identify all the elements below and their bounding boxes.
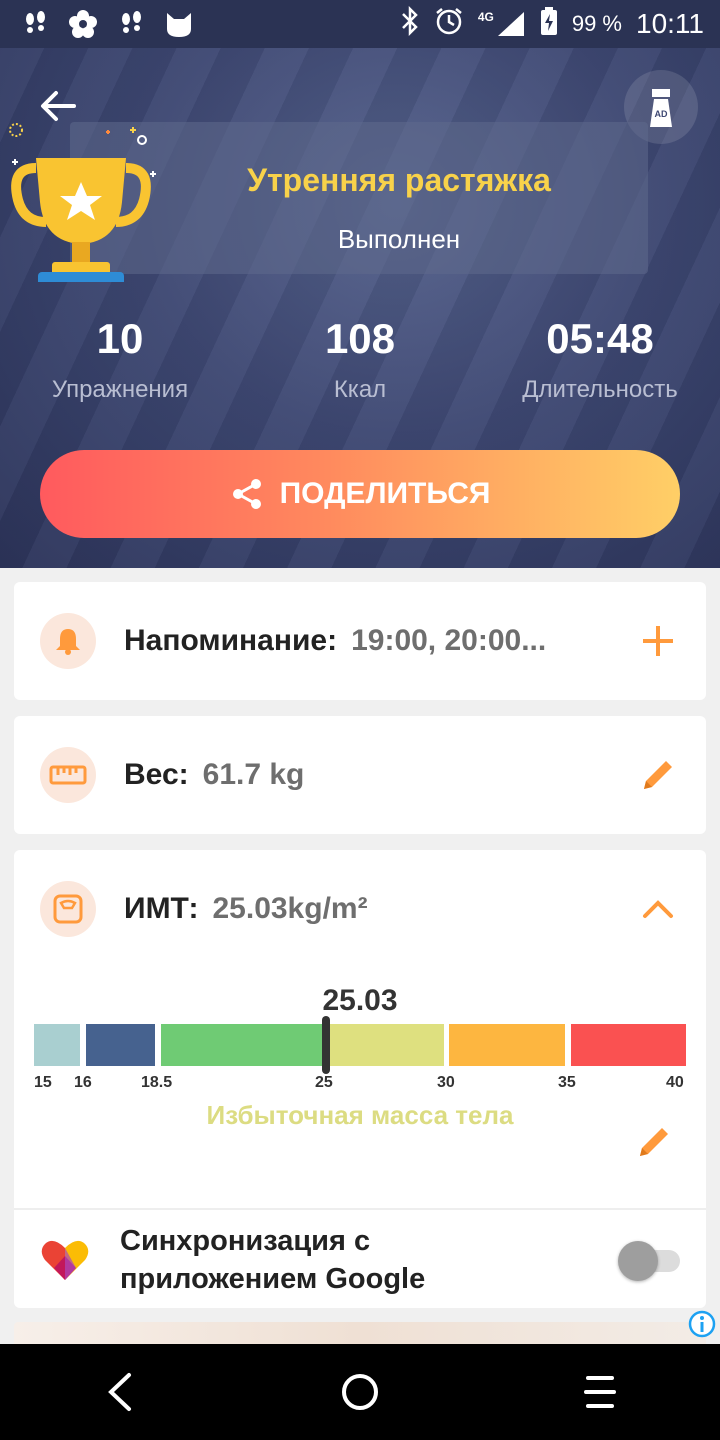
plus-icon (643, 626, 673, 656)
toggle-knob (618, 1241, 658, 1281)
bmi-tick: 15 (34, 1074, 52, 1091)
bmi-segment-overweight (328, 1024, 444, 1066)
bmi-segment-normal (161, 1024, 322, 1066)
arrow-back-icon (41, 91, 76, 121)
chevron-up-icon (643, 900, 673, 918)
pencil-icon (644, 761, 672, 789)
footsteps-icon (116, 9, 146, 39)
stat-label: Длительность (522, 376, 678, 403)
back-button[interactable] (36, 84, 80, 128)
stat-exercises: 10 Упражнения (0, 310, 240, 404)
ruler-icon (40, 747, 96, 803)
signal-icon: 4G (478, 10, 526, 38)
stat-duration: 05:48 Длительность (480, 310, 720, 404)
reminder-value: 19:00, 20:00... (351, 624, 547, 657)
info-icon[interactable] (688, 1310, 716, 1338)
bmi-tick: 25 (315, 1074, 333, 1091)
status-bar: 4G 99 % 10:11 (0, 0, 720, 48)
battery-percent: 99 % (571, 11, 622, 36)
stat-label: Упражнения (51, 376, 189, 403)
pencil-icon (640, 1128, 668, 1156)
google-fit-toggle[interactable] (618, 1240, 680, 1281)
nav-home-button[interactable] (330, 1362, 390, 1422)
bmi-tick: 30 (437, 1074, 455, 1091)
stat-label: Ккал (333, 376, 387, 403)
clock: 10:11 (636, 8, 704, 39)
nav-back-icon (108, 1373, 131, 1411)
nav-menu-button[interactable] (570, 1362, 630, 1422)
weight-value: 61.7 kg (202, 758, 305, 791)
bmi-segment-obese (449, 1024, 565, 1066)
stat-calories: 108 Ккал (240, 310, 480, 404)
bmi-tick: 16 (74, 1074, 92, 1091)
bmi-header[interactable]: ИМТ: 25.03kg/m² (14, 850, 706, 968)
add-reminder-button[interactable] (636, 619, 680, 663)
bmi-scale-bar (34, 1016, 686, 1074)
divider (14, 1208, 706, 1210)
bluetooth-icon (400, 5, 420, 42)
bmi-scale-ticks: 15 16 18.5 25 30 35 40 (34, 1074, 686, 1098)
system-nav-bar (0, 1344, 720, 1440)
bmi-segment-underweight (86, 1024, 155, 1066)
edit-weight-button[interactable] (636, 753, 680, 797)
bmi-value: 25.03kg/m² (212, 892, 368, 925)
bmi-card: ИМТ: 25.03kg/m² 25.03 15 16 18.5 25 30 3… (14, 850, 706, 1308)
trophy-icon (9, 123, 156, 282)
edit-bmi-button[interactable] (636, 1124, 680, 1168)
weight-card[interactable]: Вес: 61.7 kg (14, 716, 706, 834)
workout-stats: 10 Упражнения 108 Ккал 05:48 Длительност… (0, 310, 720, 404)
network-type: 4G (477, 10, 494, 24)
google-fit-heart-icon (41, 1240, 89, 1280)
battery-icon (540, 6, 558, 42)
reminder-card[interactable]: Напоминание: 19:00, 20:00... (14, 582, 706, 700)
nav-back-button[interactable] (90, 1362, 150, 1422)
nav-menu-icon (584, 1376, 616, 1408)
bmi-tick: 35 (558, 1074, 576, 1091)
bmi-status: Избыточная масса тела (206, 1100, 514, 1130)
share-label: ПОДЕЛИТЬСЯ (279, 477, 491, 510)
ad-badge-text: AD (655, 109, 668, 119)
alarm-icon (434, 6, 464, 42)
bell-icon (40, 613, 96, 669)
weight-label: Вес: (124, 758, 189, 791)
flower-icon (68, 9, 98, 39)
stat-value: 10 (96, 315, 144, 362)
footsteps-icon (20, 9, 50, 39)
bmi-tick: 40 (666, 1074, 684, 1091)
bmi-tick: 18.5 (141, 1074, 173, 1091)
bmi-segment-very-underweight (34, 1024, 80, 1066)
nav-home-icon (342, 1374, 378, 1410)
ad-banner[interactable] (14, 1322, 706, 1344)
collapse-bmi-button[interactable] (636, 887, 680, 931)
cat-icon (164, 9, 194, 39)
share-button[interactable]: ПОДЕЛИТЬСЯ (40, 450, 680, 538)
stat-value: 05:48 (546, 315, 654, 362)
lighthouse-ad-icon: AD (650, 89, 672, 127)
google-fit-sync-row[interactable]: Синхронизация с приложением Google (14, 1212, 706, 1308)
reminder-label: Напоминание: (124, 624, 338, 657)
bmi-number: 25.03 (322, 984, 398, 1017)
bmi-label: ИМТ: (124, 892, 199, 925)
share-icon (232, 479, 261, 509)
bmi-marker (321, 1016, 330, 1074)
workout-summary-header: AD Утренняя растяжка Выполнен 10 Упражне… (0, 48, 720, 568)
bmi-segment-very-obese (571, 1024, 686, 1066)
stat-value: 108 (324, 315, 396, 362)
scale-icon (40, 881, 96, 937)
sync-label: Синхронизация с приложением Google (120, 1225, 426, 1295)
